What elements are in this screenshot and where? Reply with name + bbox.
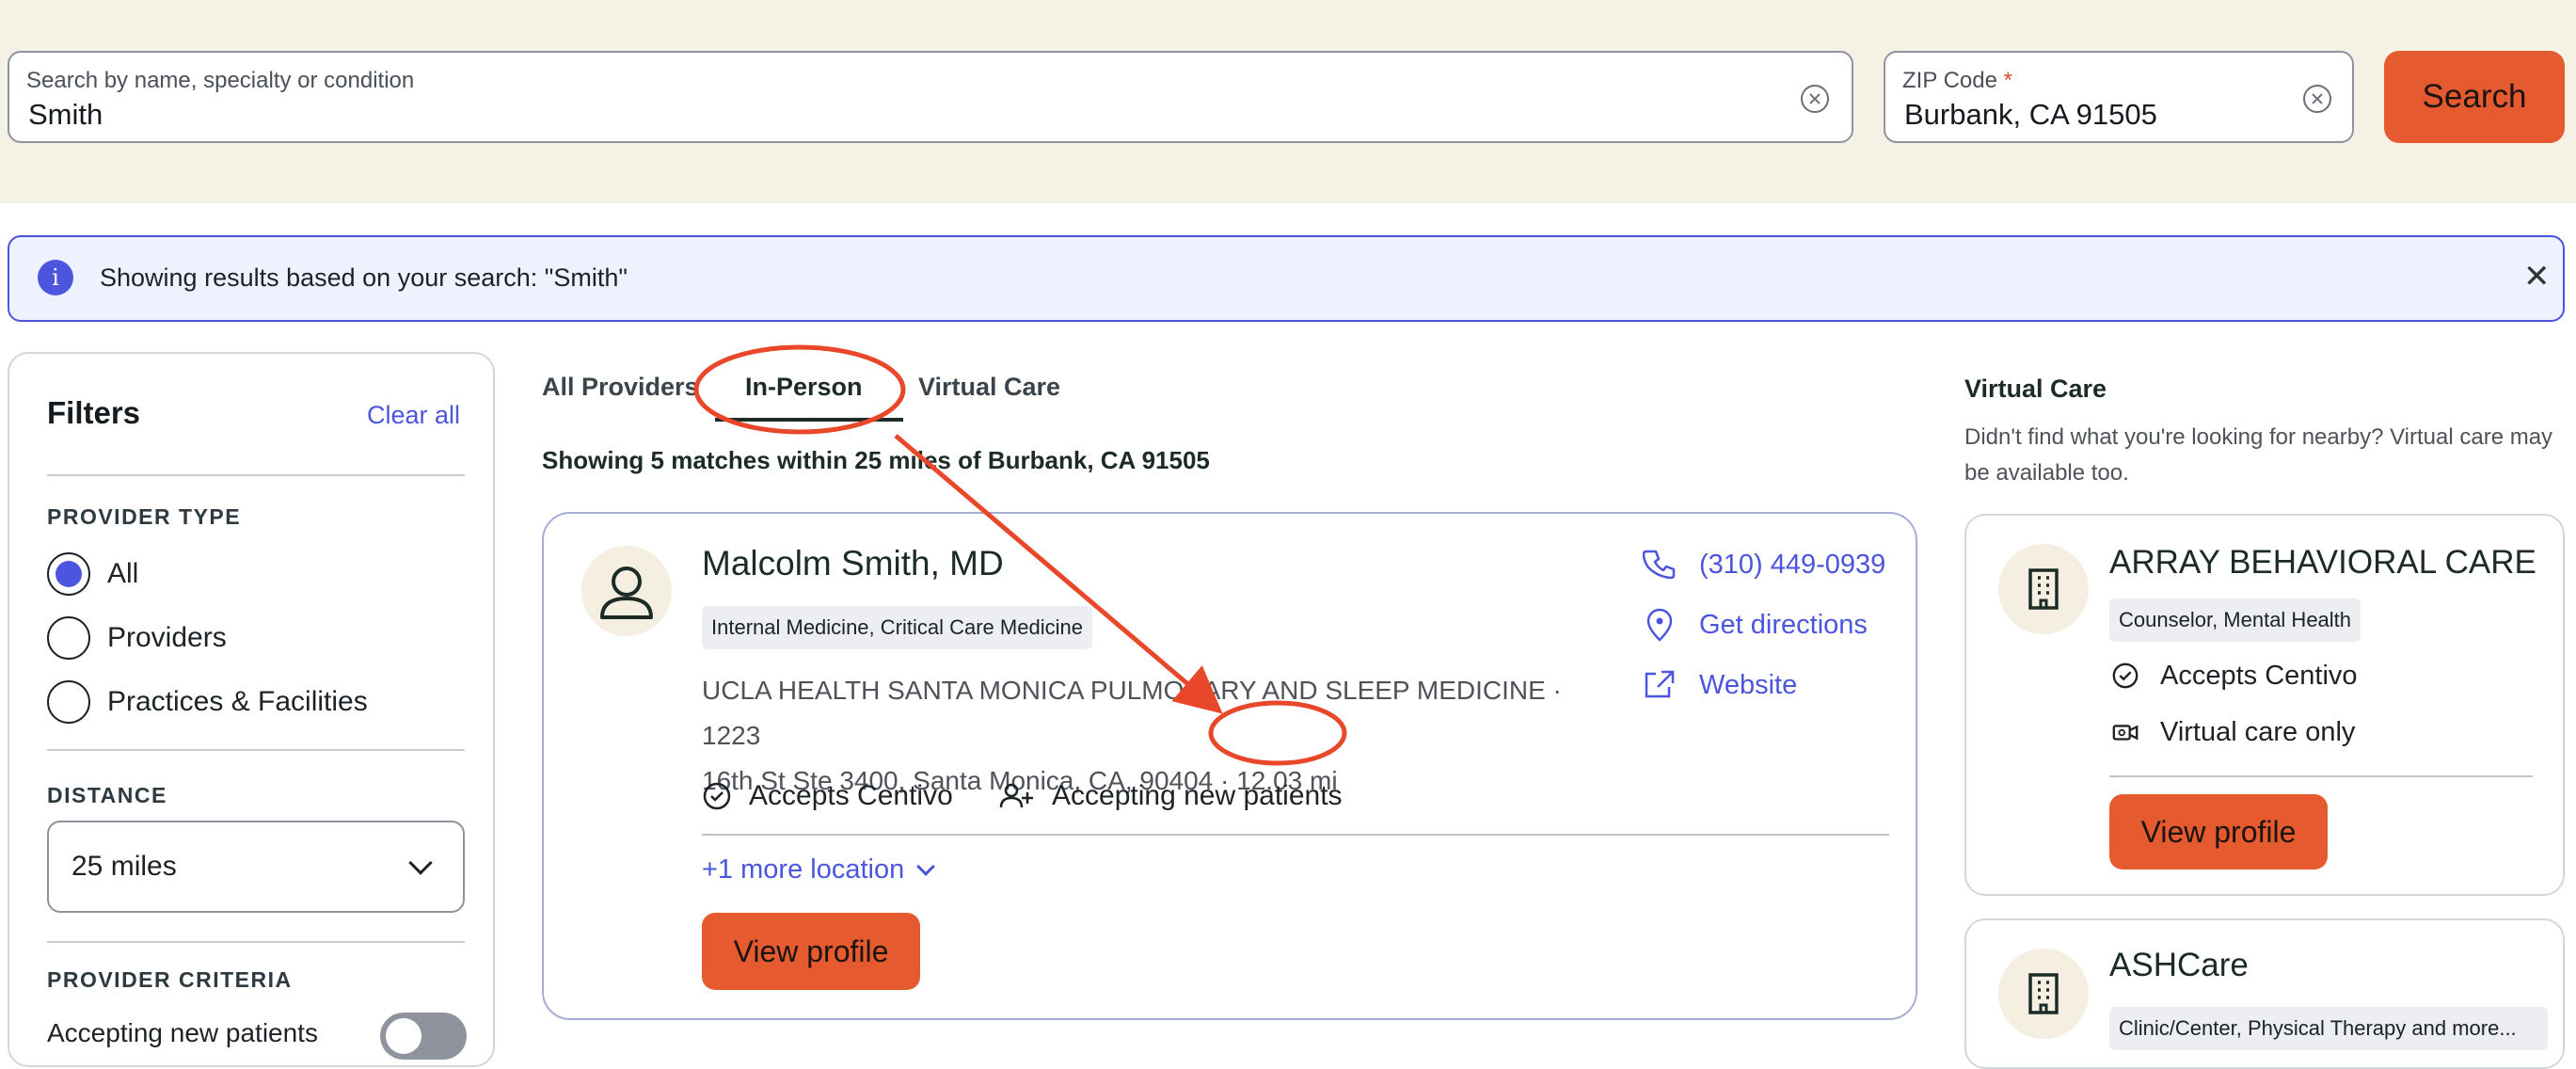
- radio-all[interactable]: All: [47, 551, 138, 597]
- building-icon: [1998, 544, 2089, 634]
- banner-text: Showing results based on your search: "S…: [100, 263, 628, 292]
- accepting-new-patients-toggle[interactable]: [380, 1013, 467, 1060]
- chevron-down-icon: [916, 856, 936, 876]
- search-header: Search by name, specialty or condition S…: [0, 0, 2576, 203]
- radio-label: All: [107, 558, 139, 589]
- specialty-tag: Counselor, Mental Health: [2109, 598, 2361, 642]
- facility-name[interactable]: ASHCare: [2109, 947, 2249, 984]
- filters-title: Filters: [47, 395, 141, 430]
- specialty-tag: Clinic/Center, Physical Therapy and more…: [2109, 1007, 2548, 1050]
- distance-select[interactable]: 25 miles: [47, 821, 465, 913]
- zip-code-label: ZIP Code *: [1902, 68, 2012, 93]
- accepting-new-patients-label: Accepting new patients: [47, 1018, 318, 1047]
- divider: [47, 941, 465, 943]
- tab-all-providers[interactable]: All Providers: [542, 373, 699, 402]
- clear-zip-icon[interactable]: [2303, 85, 2331, 113]
- radio-providers[interactable]: Providers: [47, 615, 227, 661]
- view-profile-button[interactable]: View profile: [702, 913, 920, 990]
- video-icon: [2112, 725, 2139, 741]
- active-tab-indicator: [715, 418, 903, 422]
- website-link[interactable]: Website: [1643, 666, 1797, 704]
- radio-label: Practices & Facilities: [107, 686, 368, 717]
- search-input-value[interactable]: Smith: [28, 98, 103, 132]
- tab-virtual-care[interactable]: Virtual Care: [918, 373, 1060, 402]
- facility-name[interactable]: ARRAY BEHAVIORAL CARE: [2109, 544, 2536, 582]
- radio-button[interactable]: [47, 680, 90, 724]
- info-icon: i: [38, 260, 73, 295]
- filters-panel: Filters Clear all PROVIDER TYPE All Prov…: [8, 352, 495, 1067]
- radio-practices-facilities[interactable]: Practices & Facilities: [47, 679, 368, 725]
- results-summary: Showing 5 matches within 25 miles of Bur…: [542, 446, 1210, 474]
- divider: [47, 474, 465, 476]
- radio-button[interactable]: [47, 616, 90, 660]
- provider-type-title: PROVIDER TYPE: [47, 504, 242, 529]
- search-button[interactable]: Search: [2384, 51, 2565, 143]
- person-icon: [581, 546, 672, 636]
- virtual-care-card: ASHCare Clinic/Center, Physical Therapy …: [1964, 918, 2565, 1069]
- zip-code-field[interactable]: ZIP Code * Burbank, CA 91505: [1884, 51, 2354, 143]
- check-circle-icon: [703, 782, 731, 810]
- search-input[interactable]: Search by name, specialty or condition S…: [8, 51, 1853, 143]
- divider: [2109, 775, 2533, 777]
- virtual-care-only: Virtual care only: [2111, 713, 2355, 751]
- virtual-care-description: Didn't find what you're looking for near…: [1964, 424, 2553, 486]
- search-input-label: Search by name, specialty or condition: [26, 68, 415, 93]
- provider-criteria-title: PROVIDER CRITERIA: [47, 967, 293, 992]
- divider: [702, 834, 1889, 836]
- distance-value: 25 miles: [72, 851, 177, 882]
- address-line-1: UCLA HEALTH SANTA MONICA PULMONARY AND S…: [702, 676, 1562, 750]
- external-link-icon: [1645, 670, 1675, 698]
- virtual-care-title: Virtual Care: [1964, 375, 2107, 403]
- accepting-new-patients: Accepting new patients: [999, 777, 1343, 815]
- search-info-banner: i Showing results based on your search: …: [8, 235, 2565, 322]
- phone-link[interactable]: (310) 449-0939: [1643, 546, 1885, 583]
- radio-label: Providers: [107, 622, 227, 653]
- map-pin-icon: [1646, 608, 1673, 642]
- clear-search-icon[interactable]: [1801, 85, 1829, 113]
- zip-code-value[interactable]: Burbank, CA 91505: [1904, 98, 2157, 132]
- virtual-care-card: ARRAY BEHAVIORAL CARE Counselor, Mental …: [1964, 514, 2565, 896]
- clear-all-link[interactable]: Clear all: [367, 401, 460, 430]
- divider: [47, 749, 465, 751]
- accepts-centivo: Accepts Centivo: [2111, 657, 2358, 694]
- more-locations-link[interactable]: +1 more location: [702, 854, 936, 886]
- building-icon: [1998, 949, 2089, 1039]
- chevron-down-icon: [408, 851, 433, 875]
- specialty-tag: Internal Medicine, Critical Care Medicin…: [702, 606, 1092, 649]
- tab-in-person[interactable]: In-Person: [745, 373, 863, 402]
- close-icon[interactable]: ✕: [2523, 258, 2551, 295]
- radio-button[interactable]: [47, 552, 90, 596]
- provider-name[interactable]: Malcolm Smith, MD: [702, 544, 1004, 583]
- distance-title: DISTANCE: [47, 783, 167, 807]
- view-profile-button[interactable]: View profile: [2109, 794, 2328, 870]
- provider-card: Malcolm Smith, MD Internal Medicine, Cri…: [542, 512, 1917, 1020]
- person-add-icon: [999, 783, 1033, 808]
- check-circle-icon: [2112, 662, 2139, 689]
- phone-icon: [1643, 550, 1676, 580]
- accepts-centivo: Accepts Centivo: [702, 777, 953, 815]
- get-directions-link[interactable]: Get directions: [1643, 606, 1868, 644]
